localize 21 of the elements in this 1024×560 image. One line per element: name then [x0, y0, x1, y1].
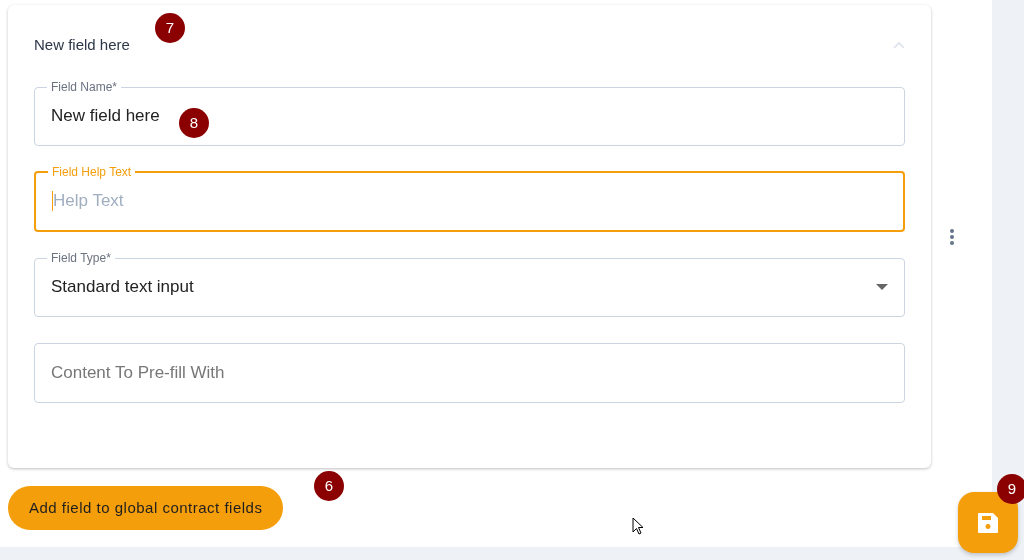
step-number-badge: 8 — [179, 108, 209, 138]
step-number-badge: 7 — [155, 13, 185, 43]
add-field-button[interactable]: Add field to global contract fields — [8, 486, 284, 530]
placeholder-text: Help Text — [53, 190, 124, 213]
cursor-icon — [632, 517, 644, 536]
text-cursor — [52, 191, 53, 211]
field-label: Field Type* — [50, 251, 112, 265]
step-number-badge: 6 — [314, 471, 344, 501]
select-value: Standard text input — [51, 276, 195, 299]
card-title[interactable]: New field here — [34, 33, 130, 57]
select-field[interactable]: Field Type* Standard text input — [34, 251, 905, 317]
save-button[interactable] — [958, 492, 1018, 553]
field-label: Field Name* — [50, 80, 119, 94]
more-options-icon[interactable] — [949, 228, 955, 246]
field-value: New field here — [51, 105, 160, 128]
placeholder-text: Content To Pre-fill With — [51, 362, 225, 385]
input-field[interactable]: Content To Pre-fill With — [34, 343, 905, 403]
step-number-badge: 9 — [997, 474, 1024, 504]
dropdown-arrow-icon — [876, 284, 888, 290]
input-field[interactable]: Field Name* New field here 8 — [34, 80, 905, 146]
field-label: Field Help Text — [51, 165, 133, 179]
